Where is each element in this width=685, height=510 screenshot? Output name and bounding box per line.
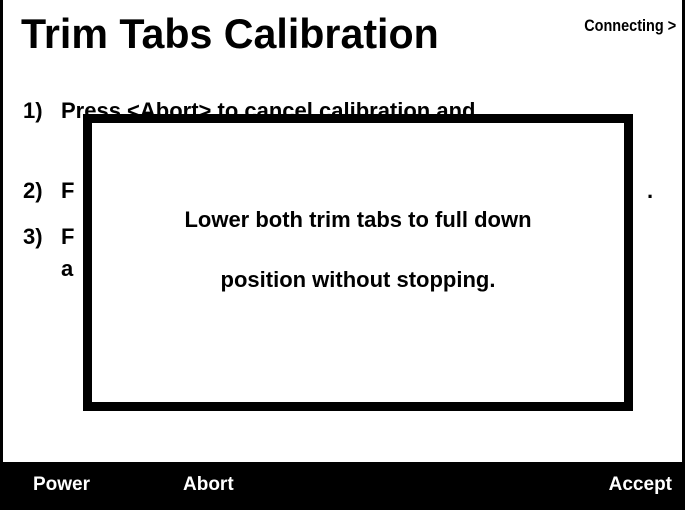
step-number: 1)	[23, 98, 43, 123]
accept-softkey[interactable]: Accept	[609, 474, 672, 496]
dialog-message-line-2: position without stopping.	[220, 267, 496, 292]
instruction-step-2: 2) F	[23, 172, 74, 210]
step-text: F	[61, 178, 75, 203]
step-text: F	[61, 224, 75, 249]
softkey-bar: Power Abort Accept	[3, 462, 682, 510]
step-number: 2)	[23, 178, 43, 203]
page-title: Trim Tabs Calibration	[21, 10, 439, 57]
step-number: 3)	[23, 224, 43, 249]
dialog-message-line-1: Lower both trim tabs to full down	[184, 207, 532, 232]
step-text-tail: .	[647, 178, 654, 203]
abort-softkey[interactable]: Abort	[183, 474, 234, 496]
power-softkey[interactable]: Power	[33, 474, 90, 496]
calibration-dialog: Lower both trim tabs to full down positi…	[83, 114, 633, 411]
step-text-continuation: a	[61, 256, 74, 281]
connection-status[interactable]: Connecting >	[584, 16, 676, 36]
calibration-screen: Trim Tabs Calibration Connecting > 1) Pre…	[0, 0, 685, 510]
